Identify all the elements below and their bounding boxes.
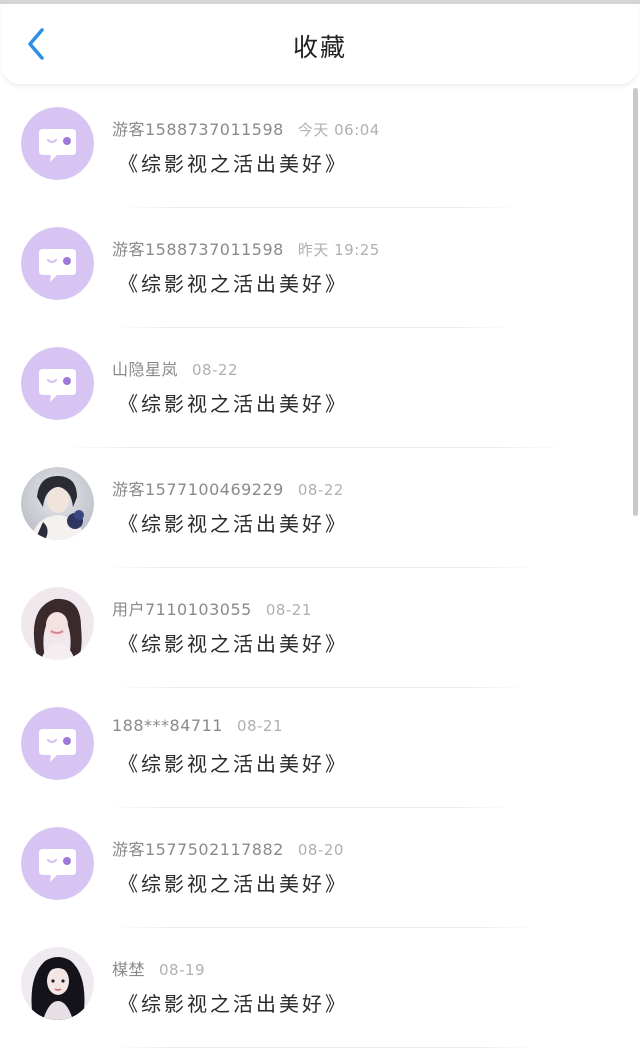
user-name[interactable]: 用户7110103055 [112,600,252,619]
user-name[interactable]: 188***84711 [112,716,223,735]
list-item[interactable]: 游客1577502117882 08-20 《综影视之活出美好》 [0,808,632,928]
list-item[interactable]: 游客1577100469229 08-22 《综影视之活出美好》 [0,448,632,568]
timestamp: 08-20 [297,841,344,859]
list-item[interactable]: 用户7110103055 08-21 《综影视之活出美好》 [0,568,632,688]
book-title[interactable]: 《综影视之活出美好》 [118,748,348,777]
timestamp: 08-22 [297,481,344,499]
top-bar: 收藏 [2,4,638,85]
book-title[interactable]: 《综影视之活出美好》 [118,508,348,537]
timestamp: 08-19 [159,961,206,979]
avatar[interactable] [21,467,94,540]
item-meta: 188***84711 08-21 [112,716,283,735]
avatar[interactable] [21,947,94,1020]
user-name[interactable]: 楳埜 [112,960,145,979]
user-name[interactable]: 游客1577502117882 [112,840,284,859]
chat-bubble-avatar-icon[interactable] [21,347,94,420]
item-meta: 山隐星岚 08-22 [112,356,238,380]
book-title[interactable]: 《综影视之活出美好》 [118,268,348,297]
list-item[interactable]: 188***84711 08-21 《综影视之活出美好》 [0,688,632,808]
list-item[interactable]: 游客1588737011598 昨天 19:25 《综影视之活出美好》 [0,208,632,328]
item-meta: 游客1588737011598 今天 06:04 [112,116,380,140]
scrollbar[interactable] [633,88,638,516]
user-name[interactable]: 游客1588737011598 [112,120,284,139]
item-meta: 游客1577100469229 08-22 [112,476,344,500]
item-meta: 游客1577502117882 08-20 [112,836,344,860]
item-meta: 游客1588737011598 昨天 19:25 [112,236,380,260]
timestamp: 今天 06:04 [297,121,380,139]
item-meta: 楳埜 08-19 [112,956,205,980]
chat-bubble-avatar-icon[interactable] [21,227,94,300]
list-item[interactable]: 山隐星岚 08-22 《综影视之活出美好》 [0,328,632,448]
user-name[interactable]: 山隐星岚 [112,360,178,379]
user-name[interactable]: 游客1588737011598 [112,240,284,259]
item-meta: 用户7110103055 08-21 [112,596,312,620]
book-title[interactable]: 《综影视之活出美好》 [118,628,348,657]
book-title[interactable]: 《综影视之活出美好》 [118,988,348,1017]
favorites-list: 游客1588737011598 今天 06:04 《综影视之活出美好》 游客15887… [0,88,632,1048]
list-item[interactable]: 游客1588737011598 今天 06:04 《综影视之活出美好》 [0,88,632,208]
timestamp: 08-21 [236,717,284,735]
book-title[interactable]: 《综影视之活出美好》 [118,388,348,417]
timestamp: 昨天 19:25 [297,241,380,259]
timestamp: 08-21 [265,601,312,619]
book-title[interactable]: 《综影视之活出美好》 [118,868,348,897]
page-title: 收藏 [292,33,347,62]
book-title[interactable]: 《综影视之活出美好》 [118,148,348,177]
list-item[interactable]: 楳埜 08-19 《综影视之活出美好》 [0,928,632,1048]
timestamp: 08-22 [192,361,239,379]
avatar[interactable] [21,587,94,660]
chat-bubble-avatar-icon[interactable] [21,707,94,780]
chat-bubble-avatar-icon[interactable] [21,107,94,180]
user-name[interactable]: 游客1577100469229 [112,480,284,499]
chat-bubble-avatar-icon[interactable] [21,827,94,900]
